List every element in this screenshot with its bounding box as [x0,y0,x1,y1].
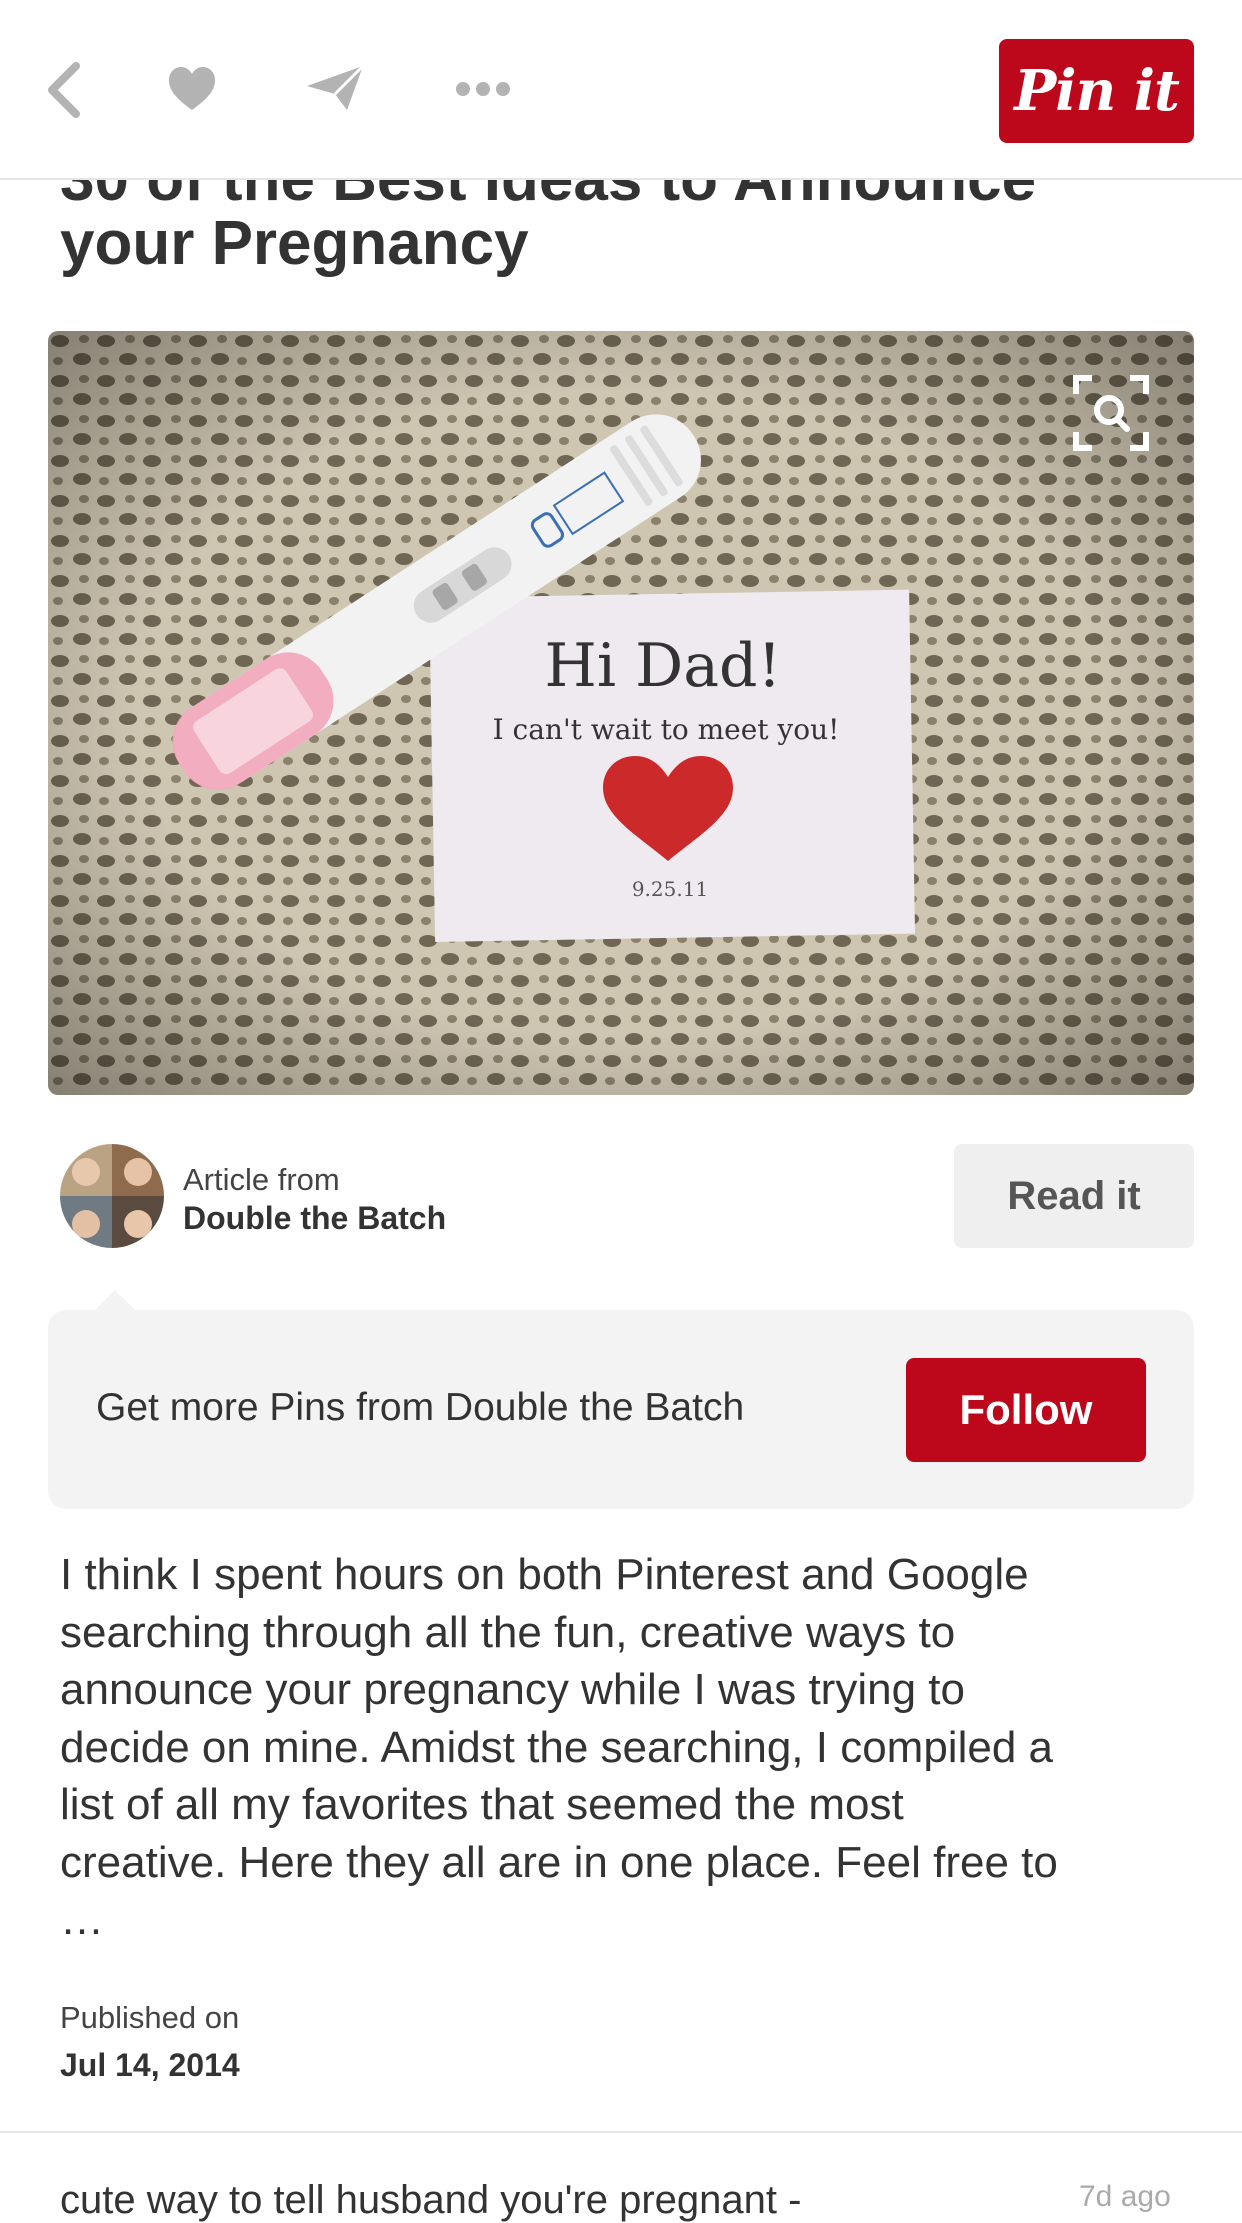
pin-it-label: Pin it [1014,58,1180,124]
like-button[interactable] [160,54,224,124]
comment-timestamp: 7d ago [1079,2180,1171,2213]
chevron-left-icon [48,62,80,118]
follow-prompt: Get more Pins from Double the Batch Foll… [48,1290,1194,1509]
visual-search-button[interactable] [1070,372,1152,454]
published-date: Jul 14, 2014 [60,2047,240,2083]
source-name-link[interactable]: Double the Batch [183,1200,446,1237]
article-from-label: Article from [183,1162,340,1197]
pin-description: I think I spent hours on both Pinterest … [60,1550,1058,1944]
follow-prompt-text: Get more Pins from Double the Batch [96,1386,745,1429]
card-heading: Hi Dad! [545,631,782,701]
top-toolbar: Pin it [0,0,1242,180]
more-horizontal-icon [456,82,510,96]
comment-preview[interactable]: cute way to tell husband you're pregnant… [60,2178,801,2223]
back-button[interactable] [36,50,92,130]
send-button[interactable] [300,54,370,124]
pin-it-button[interactable]: Pin it [999,39,1194,143]
avatar[interactable] [60,1144,164,1248]
published-label: Published on [60,2000,240,2035]
source-row: Article from Double the Batch Read it [0,1142,1242,1252]
divider [0,2131,1242,2133]
read-it-button[interactable]: Read it [954,1144,1194,1248]
visual-search-icon [1073,375,1149,451]
follow-button[interactable]: Follow [906,1358,1146,1462]
more-button[interactable] [448,68,518,110]
pin-image[interactable]: Hi Dad! I can't wait to meet you! 9.25.1… [48,331,1194,1095]
card-date: 9.25.11 [632,877,708,901]
paper-plane-icon [307,64,365,110]
card-subtext: I can't wait to meet you! [493,713,840,746]
heart-icon [169,67,215,110]
